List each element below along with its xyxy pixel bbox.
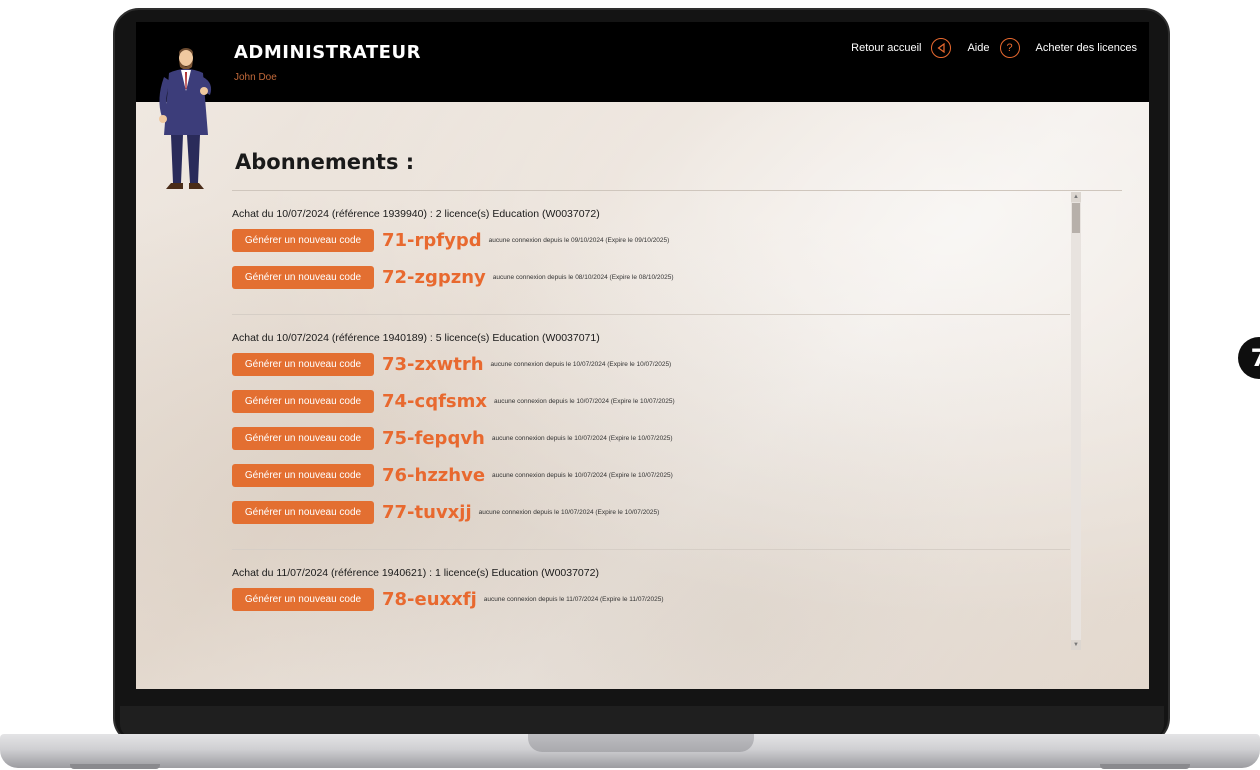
license-row: Générer un nouveau code 71-rpfypd aucune…: [232, 227, 1072, 253]
license-row: Générer un nouveau code 72-zgpzny aucune…: [232, 264, 1072, 290]
license-status: aucune connexion depuis le 10/07/2024 (E…: [492, 471, 673, 479]
user-name: John Doe: [234, 72, 277, 83]
license-code: 72-zgpzny: [382, 266, 486, 288]
help-link[interactable]: Aide ?: [967, 38, 1020, 58]
generate-code-button[interactable]: Générer un nouveau code: [232, 426, 374, 450]
scrollbar-thumb[interactable]: [1072, 203, 1080, 233]
generate-code-button[interactable]: Générer un nouveau code: [232, 500, 374, 524]
license-row: Générer un nouveau code 77-tuvxjj aucune…: [232, 499, 1072, 525]
generate-code-button[interactable]: Générer un nouveau code: [232, 587, 374, 611]
generate-code-button[interactable]: Générer un nouveau code: [232, 389, 374, 413]
divider: [232, 549, 1070, 550]
license-code: 71-rpfypd: [382, 229, 482, 251]
license-row: Générer un nouveau code 74-cqfsmx aucune…: [232, 388, 1072, 414]
laptop-foot: [1100, 764, 1190, 769]
license-status: aucune connexion depuis le 09/10/2024 (E…: [488, 236, 670, 244]
license-code: 78-euxxfj: [382, 588, 477, 610]
license-row: Générer un nouveau code 73-zxwtrh aucune…: [232, 351, 1072, 377]
purchase-heading: Achat du 10/07/2024 (référence 1939940) …: [232, 208, 600, 220]
app-screen: ADMINISTRATEUR John Doe Retour accueil A…: [136, 22, 1149, 689]
app-header: ADMINISTRATEUR John Doe Retour accueil A…: [136, 22, 1149, 102]
generate-code-button[interactable]: Générer un nouveau code: [232, 265, 374, 289]
page-title: Abonnements :: [235, 150, 415, 174]
administrator-avatar: [159, 48, 212, 189]
license-code: 74-cqfsmx: [382, 390, 487, 412]
generate-code-button[interactable]: Générer un nouveau code: [232, 352, 374, 376]
license-status: aucune connexion depuis le 10/07/2024 (E…: [491, 434, 673, 442]
generate-code-button[interactable]: Générer un nouveau code: [232, 463, 374, 487]
back-arrow-circle-icon: [931, 38, 952, 58]
license-row: Générer un nouveau code 78-euxxfj aucune…: [232, 586, 1072, 612]
purchase-heading: Achat du 10/07/2024 (référence 1940189) …: [232, 332, 600, 344]
divider: [232, 314, 1070, 315]
step-number-badge: 7: [1238, 337, 1260, 379]
purchase-group: Achat du 10/07/2024 (référence 1940189) …: [232, 329, 1072, 550]
subscriptions-list: Achat du 10/07/2024 (référence 1939940) …: [232, 191, 1072, 651]
home-link-label: Retour accueil: [851, 42, 922, 54]
license-status: aucune connexion depuis le 11/07/2024 (E…: [483, 595, 664, 603]
license-status: aucune connexion depuis le 10/07/2024 (E…: [490, 360, 672, 368]
question-circle-icon: ?: [999, 38, 1020, 58]
scroll-down-arrow-icon[interactable]: ▼: [1071, 640, 1081, 650]
purchase-group: Achat du 11/07/2024 (référence 1940621) …: [232, 564, 1072, 612]
license-row: Générer un nouveau code 76-hzzhve aucune…: [232, 462, 1072, 488]
license-code: 76-hzzhve: [382, 464, 486, 486]
purchase-heading: Achat du 11/07/2024 (référence 1940621) …: [232, 567, 599, 579]
generate-code-button[interactable]: Générer un nouveau code: [232, 228, 374, 252]
license-row: Générer un nouveau code 75-fepqvh aucune…: [232, 425, 1072, 451]
content-area: Abonnements : Achat du 10/07/2024 (référ…: [136, 102, 1149, 689]
laptop-foot: [70, 764, 160, 769]
laptop-notch: [528, 734, 754, 752]
header-nav: Retour accueil Aide ? Acheter des licenc…: [851, 38, 1137, 58]
scroll-up-arrow-icon[interactable]: ▲: [1071, 192, 1081, 202]
license-status: aucune connexion depuis le 08/10/2024 (E…: [492, 273, 674, 281]
app-title: ADMINISTRATEUR: [234, 42, 421, 63]
license-code: 73-zxwtrh: [382, 353, 484, 375]
home-link[interactable]: Retour accueil: [851, 38, 952, 58]
license-status: aucune connexion depuis le 10/07/2024 (E…: [494, 397, 675, 405]
purchase-group: Achat du 10/07/2024 (référence 1939940) …: [232, 205, 1072, 315]
license-code: 75-fepqvh: [382, 427, 485, 449]
license-code: 77-tuvxjj: [382, 501, 472, 523]
scrollbar[interactable]: ▲ ▼: [1071, 192, 1081, 650]
license-status: aucune connexion depuis le 10/07/2024 (E…: [478, 508, 660, 516]
help-link-label: Aide: [967, 42, 990, 54]
buy-licenses-link[interactable]: Acheter des licences: [1036, 42, 1138, 54]
